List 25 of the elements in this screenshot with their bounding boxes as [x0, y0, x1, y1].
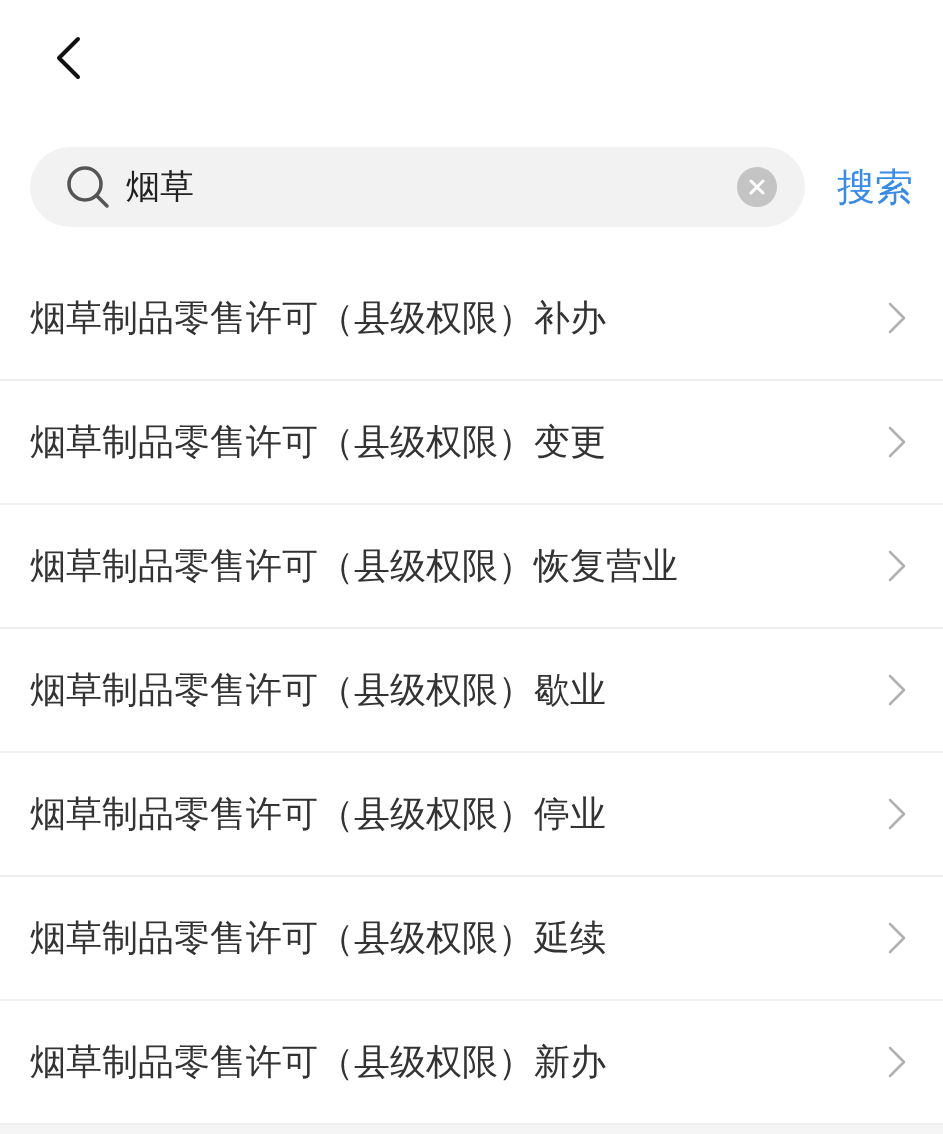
result-item[interactable]: 烟草制品零售许可（县级权限）恢复营业 — [0, 505, 943, 629]
result-label: 烟草制品零售许可（县级权限）恢复营业 — [30, 543, 678, 588]
result-label: 烟草制品零售许可（县级权限）歇业 — [30, 667, 606, 712]
chevron-right-icon — [887, 425, 907, 459]
chevron-right-icon — [887, 549, 907, 583]
result-label: 烟草制品零售许可（县级权限）补办 — [30, 295, 606, 340]
result-item[interactable]: 烟草制品零售许可（县级权限）停业 — [0, 753, 943, 877]
chevron-right-icon — [887, 921, 907, 955]
search-icon — [66, 165, 110, 209]
close-icon — [749, 179, 765, 195]
result-item[interactable]: 烟草制品零售许可（县级权限）变更 — [0, 381, 943, 505]
chevron-right-icon — [887, 797, 907, 831]
result-label: 烟草制品零售许可（县级权限）变更 — [30, 419, 606, 464]
chevron-right-icon — [887, 301, 907, 335]
back-icon — [54, 35, 82, 80]
result-item[interactable]: 烟草制品零售许可（县级权限）补办 — [0, 257, 943, 381]
result-label: 烟草制品零售许可（县级权限）延续 — [30, 915, 606, 960]
chevron-right-icon — [887, 673, 907, 707]
chevron-right-icon — [887, 1045, 907, 1079]
search-field[interactable]: 烟草 — [30, 147, 805, 227]
result-label: 烟草制品零售许可（县级权限）新办 — [30, 1039, 606, 1084]
search-query: 烟草 — [126, 165, 195, 208]
result-label: 烟草制品零售许可（县级权限）停业 — [30, 791, 606, 836]
result-item[interactable]: 烟草制品零售许可（县级权限）延续 — [0, 877, 943, 1001]
result-item[interactable]: 烟草制品零售许可（县级权限）歇业 — [0, 629, 943, 753]
